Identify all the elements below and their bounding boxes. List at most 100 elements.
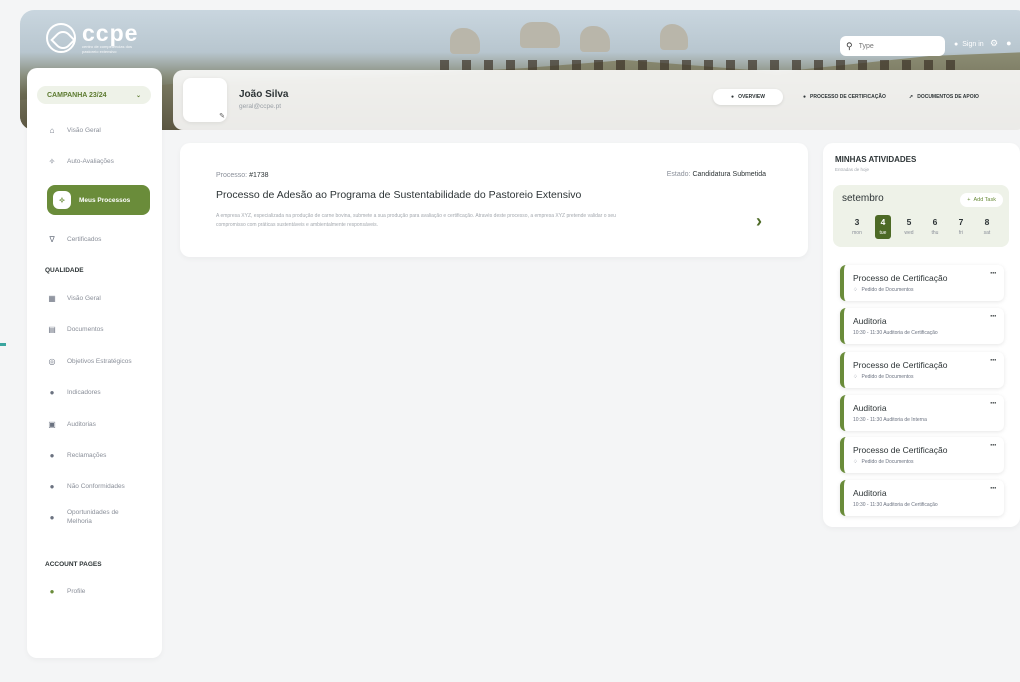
activity-card[interactable]: Processo de Certificação ♢ Pedido de Docu… xyxy=(840,265,1004,301)
more-icon[interactable]: ··· xyxy=(990,268,997,278)
tab-overview[interactable]: ● OVERVIEW xyxy=(713,89,783,105)
more-icon[interactable]: ··· xyxy=(990,398,997,408)
day-number: 6 xyxy=(932,217,938,227)
warning-icon: ● xyxy=(49,482,55,491)
network-icon: ✧ xyxy=(48,157,56,166)
tab-documentos-apoio[interactable]: ➚ DOCUMENTOS DE APOIO xyxy=(901,89,987,105)
brand-logo[interactable]: ccpe centro de competências dos pastorei… xyxy=(46,22,138,54)
tab-label: OVERVIEW xyxy=(738,94,765,100)
home-icon: ⌂ xyxy=(49,126,55,135)
more-icon[interactable]: ··· xyxy=(990,483,997,493)
more-icon[interactable]: ··· xyxy=(990,355,997,365)
activity-card[interactable]: Auditoria 10:30 - 11:30 Auditoria de Cer… xyxy=(840,480,1004,516)
day-weekday: thu xyxy=(931,230,939,236)
landscape-herd xyxy=(440,60,960,70)
sidebar-item-label: Auto-Avaliações xyxy=(67,158,114,165)
calendar-day[interactable]: 6 thu xyxy=(927,215,943,239)
sidebar-item-indicadores[interactable]: ● Indicadores xyxy=(47,388,157,397)
profile-name: João Silva xyxy=(239,89,289,100)
activity-card[interactable]: Auditoria 10:30 - 11:30 Auditoria de Int… xyxy=(840,395,1004,431)
sidebar-item-profile[interactable]: ● Profile xyxy=(47,587,157,596)
more-icon[interactable]: ··· xyxy=(990,311,997,321)
sidebar-item-label: Auditorias xyxy=(67,421,96,428)
chevron-right-icon[interactable]: › xyxy=(756,211,762,232)
campaign-label: CAMPANHA 23/24 xyxy=(47,91,107,99)
activity-subtitle: 10:30 - 11:30 Auditoria de Certificação xyxy=(853,330,938,336)
sidebar-item-label: Visão Geral xyxy=(67,127,101,134)
activity-title: Auditoria xyxy=(853,316,887,326)
tab-label: DOCUMENTOS DE APOIO xyxy=(917,94,979,100)
section-title-qualidade: QUALIDADE xyxy=(45,267,84,274)
search-icon: ⚲ xyxy=(846,40,853,51)
complaint-icon: ● xyxy=(49,451,55,460)
activity-subtitle: Pedido de Documentos xyxy=(861,374,914,380)
gear-icon[interactable]: ⚙ xyxy=(990,38,998,49)
activity-subtitle: 10:30 - 11:30 Auditoria de Certificação xyxy=(853,502,938,508)
sidebar-item-label: Oportunidades de Melhoria xyxy=(67,509,119,525)
campaign-select[interactable]: CAMPANHA 23/24 ⌄ xyxy=(37,86,151,104)
activity-title: Processo de Certificação xyxy=(853,360,948,370)
calendar-day[interactable]: 5 wed xyxy=(901,215,917,239)
day-number: 7 xyxy=(958,217,964,227)
process-state-label: Estado: xyxy=(666,171,691,178)
pencil-icon[interactable]: ✎ xyxy=(219,112,225,120)
avatar[interactable]: ✎ xyxy=(183,78,227,122)
tag-icon: ♢ xyxy=(853,459,858,465)
tab-label: PROCESSO DE CERTIFICAÇÃO xyxy=(810,94,886,100)
sidebar-item-visao-geral[interactable]: ⌂ Visão Geral xyxy=(47,126,157,135)
sidebar-item-oportunidades[interactable]: ● Oportunidades de Melhoria xyxy=(47,508,157,526)
sidebar-item-q-visao-geral[interactable]: ▦ Visão Geral xyxy=(47,294,157,303)
add-task-button[interactable]: + Add Task xyxy=(960,193,1003,207)
sidebar-item-certificados[interactable]: ∇ Certificados xyxy=(47,235,157,244)
pin-icon: ➚ xyxy=(909,94,914,100)
calendar-day[interactable]: 8 sat xyxy=(979,215,995,239)
sidebar-item-label: Meus Processos xyxy=(79,196,131,204)
calendar-day[interactable]: 3 mon xyxy=(849,215,865,239)
sidebar-item-objetivos[interactable]: ◎ Objetivos Estratégicos xyxy=(47,357,157,366)
chevron-down-icon: ⌄ xyxy=(135,92,141,99)
sidebar-item-auto-avaliacoes[interactable]: ✧ Auto-Avaliações xyxy=(47,157,157,166)
process-title: Processo de Adesão ao Programa de Susten… xyxy=(216,189,582,201)
brand-tagline: centro de competências dos pastoreio ext… xyxy=(82,44,133,54)
sidebar-item-reclamacoes[interactable]: ● Reclamações xyxy=(47,451,157,460)
overview-icon: ● xyxy=(731,94,735,100)
process-card[interactable]: Processo: #1738 Estado: Candidatura Subm… xyxy=(180,143,808,257)
landscape-rock xyxy=(520,22,560,48)
process-state: Estado: Candidatura Submetida xyxy=(667,171,766,178)
activity-subtitle: Pedido de Documentos xyxy=(861,287,914,293)
process-icon: ✧ xyxy=(53,191,71,209)
bell-icon[interactable]: ● xyxy=(1006,38,1011,49)
activity-card[interactable]: Auditoria 10:30 - 11:30 Auditoria de Cer… xyxy=(840,308,1004,344)
more-icon[interactable]: ··· xyxy=(990,440,997,450)
activities-subtitle: Entradas de hoje xyxy=(835,167,870,172)
user-icon: ● xyxy=(49,587,55,596)
process-number-label: Processo: xyxy=(216,172,248,179)
search-input[interactable] xyxy=(858,42,939,50)
sidebar-item-auditorias[interactable]: ▣ Auditorias xyxy=(47,420,157,429)
signin-link[interactable]: ● Sign in xyxy=(954,41,984,48)
sidebar-item-meus-processos[interactable]: ✧ Meus Processos xyxy=(47,185,150,215)
process-number: Processo: #1738 xyxy=(216,172,269,179)
activity-title: Auditoria xyxy=(853,403,887,413)
search-box[interactable]: ⚲ xyxy=(840,36,945,56)
sidebar-item-label: Certificados xyxy=(67,236,102,243)
calendar-day[interactable]: 7 fri xyxy=(953,215,969,239)
tag-icon: ♢ xyxy=(853,287,858,293)
sidebar-item-documentos[interactable]: ▤ Documentos xyxy=(47,325,157,334)
process-state-value: Candidatura Submetida xyxy=(692,171,766,178)
activity-card[interactable]: Processo de Certificação ♢ Pedido de Docu… xyxy=(840,437,1004,473)
sidebar-item-nao-conformidades[interactable]: ● Não Conformidades xyxy=(47,482,157,491)
gauge-icon: ● xyxy=(49,388,55,397)
calendar-month: setembro xyxy=(842,193,884,204)
activity-card[interactable]: Processo de Certificação ♢ Pedido de Docu… xyxy=(840,352,1004,388)
day-number: 8 xyxy=(984,217,990,227)
tab-processo-certificacao[interactable]: ● PROCESSO DE CERTIFICAÇÃO xyxy=(795,89,894,105)
day-weekday: wed xyxy=(904,230,914,236)
activities-panel: MINHAS ATIVIDADES Entradas de hoje setem… xyxy=(823,143,1020,527)
day-weekday: mon xyxy=(852,230,862,236)
calendar-day-selected[interactable]: 4 tue xyxy=(875,215,891,239)
process-icon: ● xyxy=(803,94,807,100)
sidebar-item-label: Reclamações xyxy=(67,452,107,459)
activity-title: Processo de Certificação xyxy=(853,445,948,455)
grid-icon: ▦ xyxy=(48,294,56,303)
